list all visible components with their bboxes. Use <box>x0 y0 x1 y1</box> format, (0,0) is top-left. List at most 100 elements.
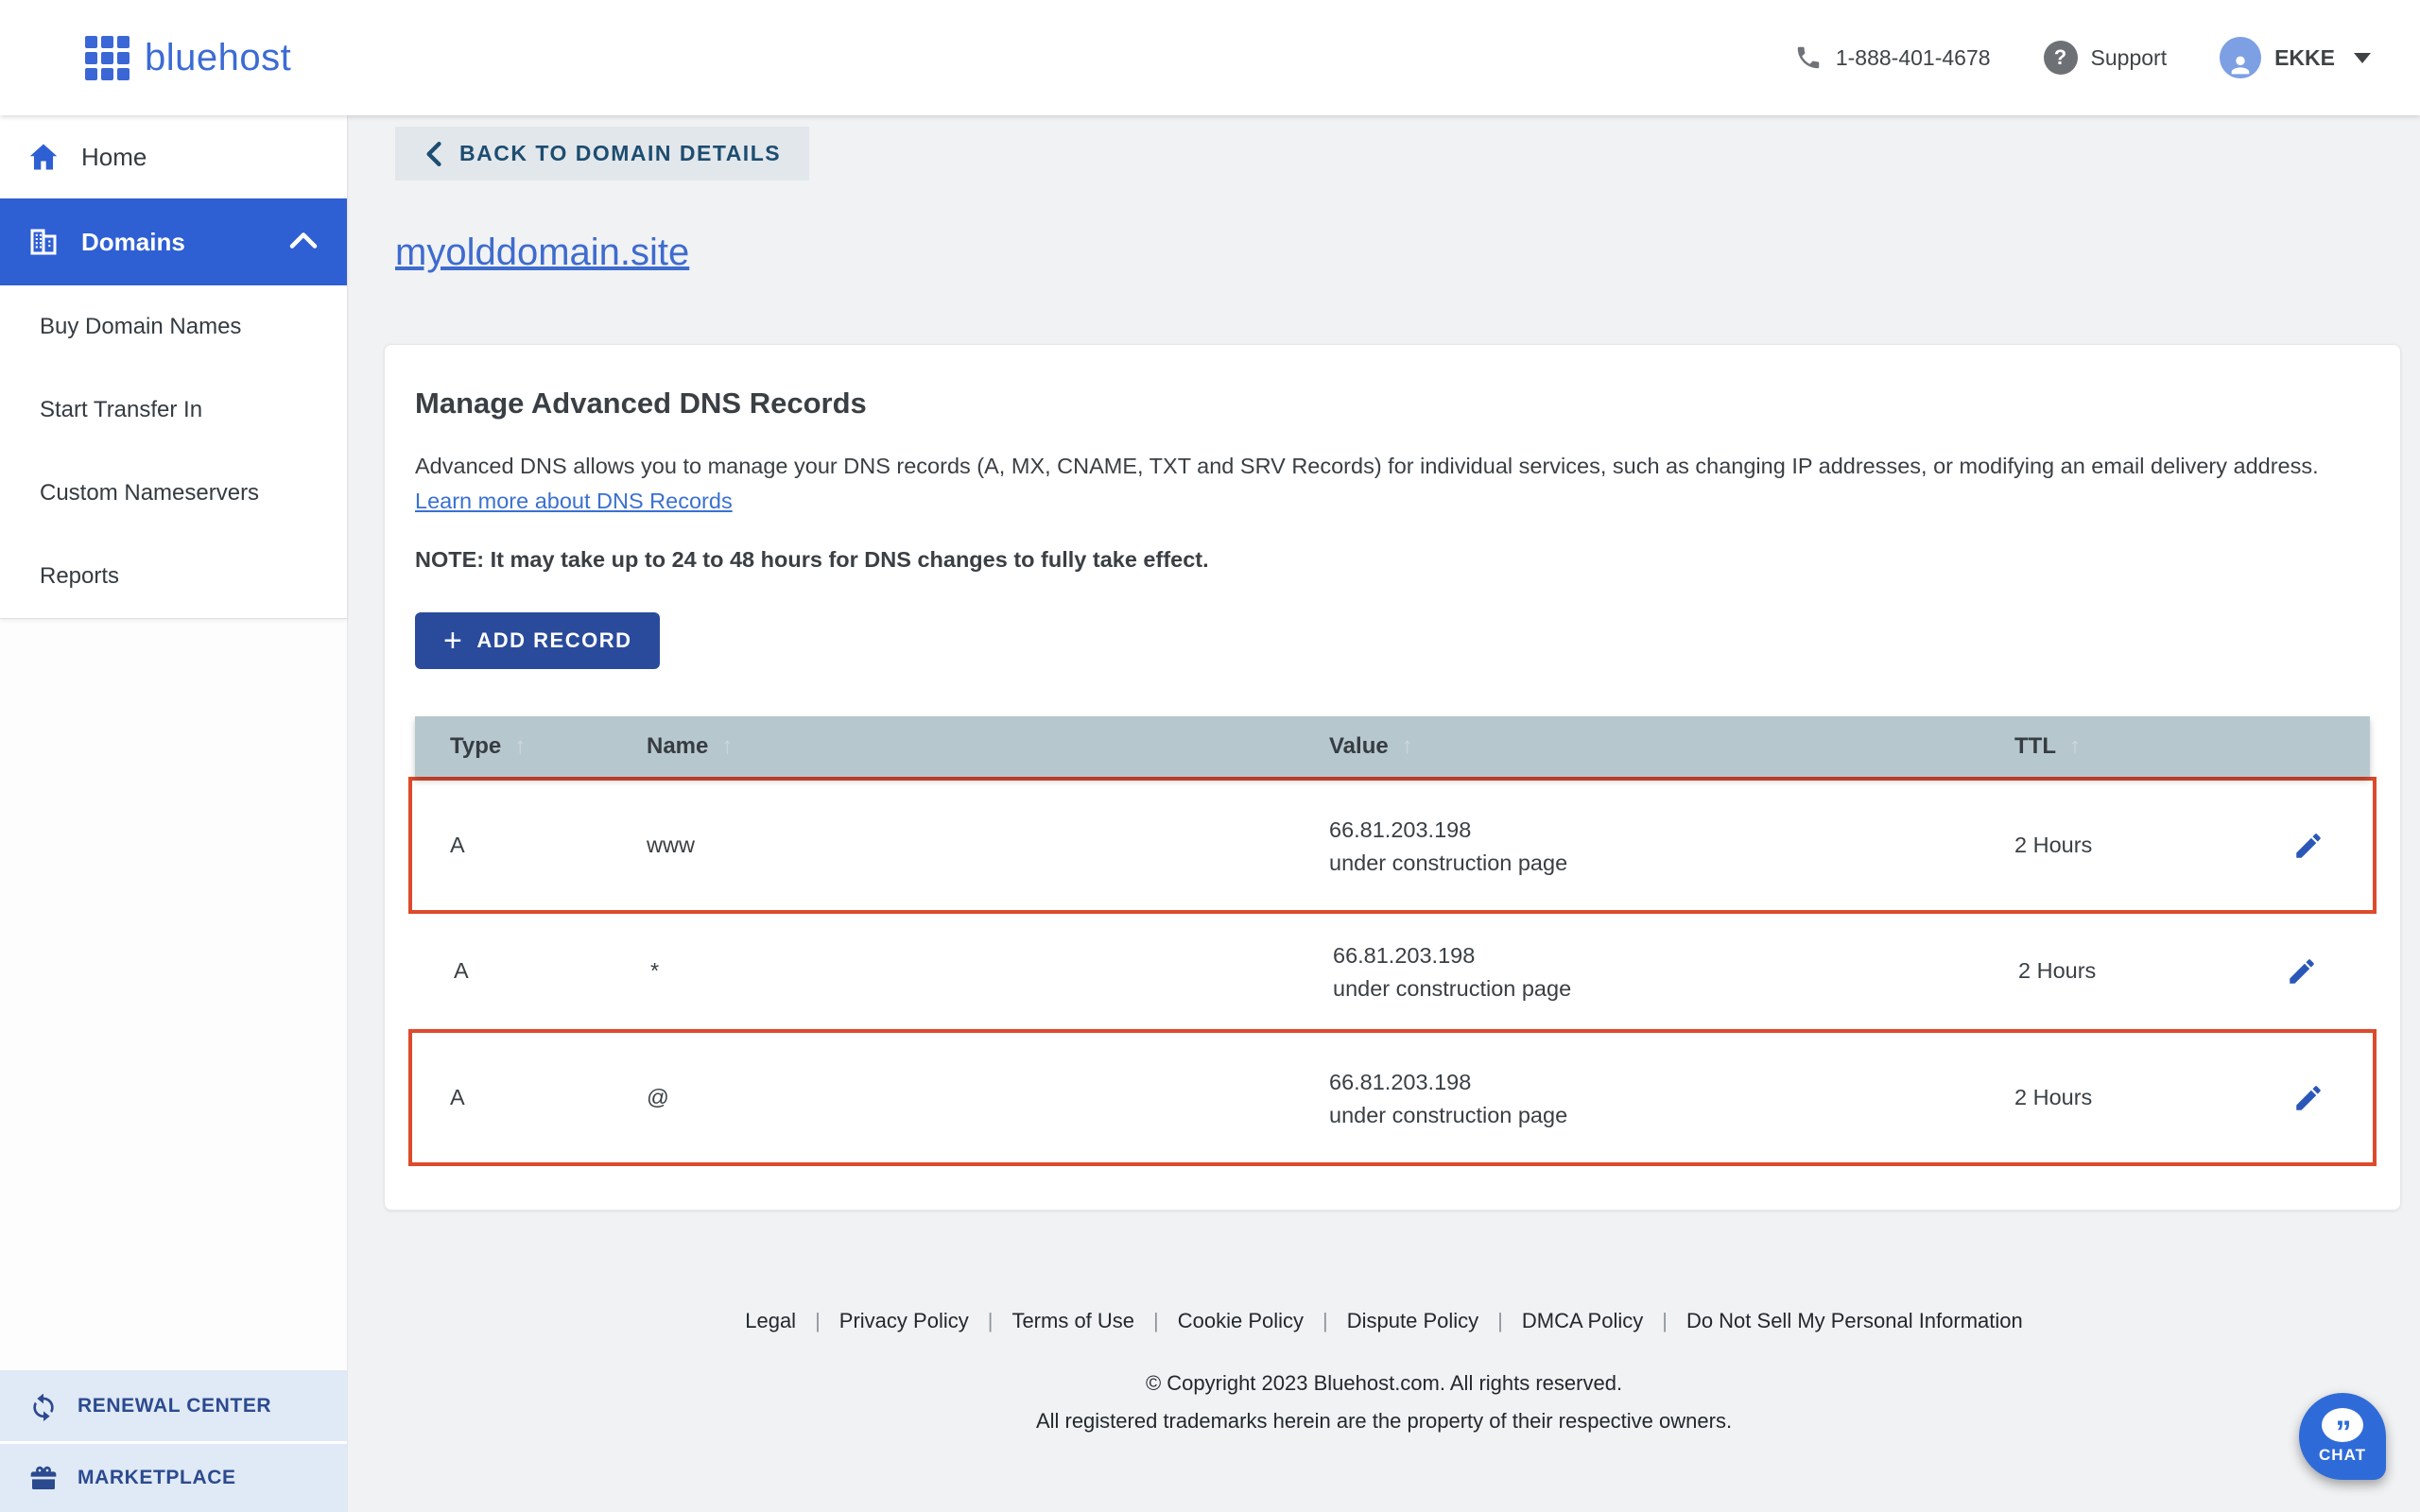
top-header: bluehost 1-888-401-4678 ? Support EKKE <box>0 0 2420 115</box>
card-description: Advanced DNS allows you to manage your D… <box>415 449 2370 519</box>
table-row-www: A www 66.81.203.198 under construction p… <box>408 777 2377 914</box>
column-header-ttl[interactable]: TTL ↑ <box>2014 733 2285 760</box>
footer-link-do-not-sell[interactable]: Do Not Sell My Personal Information <box>1686 1309 2023 1332</box>
sidebar-item-label: MARKETPLACE <box>78 1467 236 1489</box>
sidebar-item-label: Domains <box>81 228 185 257</box>
back-button-label: BACK TO DOMAIN DETAILS <box>459 141 781 166</box>
cell-value: 66.81.203.198 under construction page <box>1329 813 2014 879</box>
separator: | <box>1134 1309 1178 1332</box>
pencil-icon <box>2286 955 2318 988</box>
sidebar-item-domains[interactable]: Domains <box>0 198 347 285</box>
column-header-value[interactable]: Value ↑ <box>1329 733 2014 760</box>
footer-link-dmca-policy[interactable]: DMCA Policy <box>1522 1309 1643 1332</box>
help-icon: ? <box>2044 41 2078 75</box>
separator: | <box>969 1309 1012 1332</box>
sidebar-item-start-transfer-in[interactable]: Start Transfer In <box>0 369 347 452</box>
support-link[interactable]: ? Support <box>2044 41 2168 75</box>
chat-label: CHAT <box>2319 1446 2366 1465</box>
chat-button[interactable]: ” CHAT <box>2299 1393 2386 1480</box>
cell-type: A <box>450 833 647 858</box>
renew-icon <box>28 1391 59 1421</box>
user-menu[interactable]: EKKE <box>2220 37 2371 78</box>
phone-icon <box>1794 43 1823 72</box>
domain-title-link[interactable]: myolddomain.site <box>395 232 689 274</box>
sidebar-item-custom-nameservers[interactable]: Custom Nameservers <box>0 452 347 535</box>
sidebar-item-renewal-center[interactable]: RENEWAL CENTER <box>0 1370 347 1444</box>
bluehost-grid-icon <box>85 36 130 80</box>
chevron-up-icon <box>286 225 320 259</box>
add-record-button[interactable]: + ADD RECORD <box>415 612 660 669</box>
cell-name: * <box>650 958 1333 984</box>
cell-ttl: 2 Hours <box>2018 958 2281 984</box>
back-to-domain-details-button[interactable]: BACK TO DOMAIN DETAILS <box>395 127 809 180</box>
cell-ttl: 2 Hours <box>2014 1085 2288 1110</box>
footer-link-privacy-policy[interactable]: Privacy Policy <box>839 1309 969 1332</box>
footer-link-dispute-policy[interactable]: Dispute Policy <box>1347 1309 1478 1332</box>
add-record-label: ADD RECORD <box>476 628 631 653</box>
dns-records-card: Manage Advanced DNS Records Advanced DNS… <box>384 344 2401 1211</box>
sort-icon: ↑ <box>2069 733 2081 760</box>
avatar <box>2220 37 2261 78</box>
sort-icon: ↑ <box>514 733 526 760</box>
sidebar-item-buy-domain-names[interactable]: Buy Domain Names <box>0 285 347 369</box>
column-header-name[interactable]: Name ↑ <box>647 733 1329 760</box>
main-content: BACK TO DOMAIN DETAILS myolddomain.site … <box>348 115 2420 1512</box>
edit-record-button[interactable] <box>2281 951 2323 992</box>
cell-type: A <box>450 1085 647 1110</box>
gift-icon <box>28 1463 59 1493</box>
pencil-icon <box>2292 1082 2325 1114</box>
copyright-text: © Copyright 2023 Bluehost.com. All right… <box>348 1371 2420 1396</box>
footer: Legal|Privacy Policy|Terms of Use|Cookie… <box>348 1309 2420 1434</box>
cell-name: www <box>647 833 1329 858</box>
user-name: EKKE <box>2274 45 2335 71</box>
separator: | <box>1304 1309 1347 1332</box>
dns-records-table: Type ↑ Name ↑ Value ↑ TTL ↑ <box>415 716 2370 1166</box>
footer-link-legal[interactable]: Legal <box>745 1309 796 1332</box>
table-header-row: Type ↑ Name ↑ Value ↑ TTL ↑ <box>415 716 2370 777</box>
table-row-wildcard: A * 66.81.203.198 under construction pag… <box>415 914 2370 1029</box>
dns-note: NOTE: It may take up to 24 to 48 hours f… <box>415 547 2370 573</box>
cell-ttl: 2 Hours <box>2014 833 2288 858</box>
sidebar: Home Domains Buy Domain Names Start Tran… <box>0 115 348 1512</box>
separator: | <box>796 1309 839 1332</box>
building-icon <box>26 225 60 259</box>
sort-icon: ↑ <box>721 733 733 760</box>
phone-number: 1-888-401-4678 <box>1836 45 1991 71</box>
separator: | <box>1643 1309 1686 1332</box>
phone-link[interactable]: 1-888-401-4678 <box>1794 43 1991 72</box>
sidebar-item-label: RENEWAL CENTER <box>78 1395 271 1418</box>
chevron-left-icon <box>424 142 444 166</box>
edit-record-button[interactable] <box>2288 1077 2329 1119</box>
home-icon <box>26 140 60 174</box>
sidebar-item-label: Home <box>81 143 147 172</box>
edit-record-button[interactable] <box>2288 825 2329 867</box>
cell-value: 66.81.203.198 under construction page <box>1333 938 2018 1005</box>
bluehost-logo[interactable]: bluehost <box>85 36 291 80</box>
card-title: Manage Advanced DNS Records <box>415 387 2370 421</box>
description-text: Advanced DNS allows you to manage your D… <box>415 454 2319 478</box>
footer-links: Legal|Privacy Policy|Terms of Use|Cookie… <box>348 1309 2420 1333</box>
pencil-icon <box>2292 830 2325 862</box>
sidebar-item-marketplace[interactable]: MARKETPLACE <box>0 1444 347 1512</box>
chat-bubble-icon: ” <box>2322 1408 2363 1442</box>
bluehost-app: bluehost 1-888-401-4678 ? Support EKKE <box>0 0 2420 1512</box>
cell-name: @ <box>647 1085 1329 1110</box>
separator: | <box>1478 1309 1522 1332</box>
learn-more-link[interactable]: Learn more about DNS Records <box>415 489 733 513</box>
column-header-type[interactable]: Type ↑ <box>450 733 647 760</box>
footer-link-terms-of-use[interactable]: Terms of Use <box>1011 1309 1134 1332</box>
table-row-at: A @ 66.81.203.198 under construction pag… <box>408 1029 2377 1166</box>
sidebar-item-home[interactable]: Home <box>0 115 347 198</box>
cell-type: A <box>454 958 650 984</box>
support-label: Support <box>2091 45 2168 71</box>
brand-name: bluehost <box>145 37 291 79</box>
footer-link-cookie-policy[interactable]: Cookie Policy <box>1178 1309 1304 1332</box>
sort-icon: ↑ <box>1402 733 1413 760</box>
cell-value: 66.81.203.198 under construction page <box>1329 1065 2014 1131</box>
chevron-down-icon <box>2354 53 2371 63</box>
person-icon <box>2227 52 2254 78</box>
header-actions: 1-888-401-4678 ? Support EKKE <box>1794 37 2371 78</box>
sidebar-item-reports[interactable]: Reports <box>0 535 347 618</box>
sidebar-nav: Home Domains Buy Domain Names Start Tran… <box>0 115 347 619</box>
sidebar-bottom: RENEWAL CENTER MARKETPLACE <box>0 1370 347 1512</box>
